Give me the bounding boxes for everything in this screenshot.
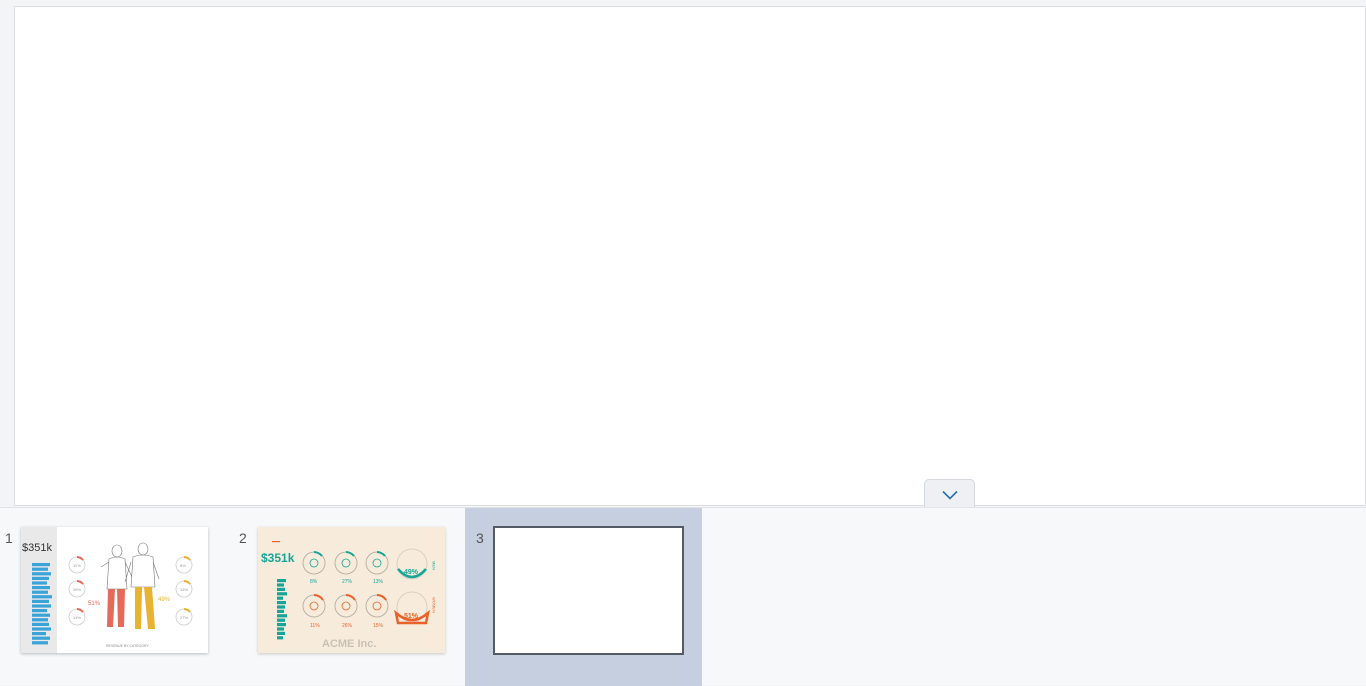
mini-bar xyxy=(32,632,46,636)
mini-bar xyxy=(277,605,285,609)
side-label-men: MEN xyxy=(432,561,437,570)
pct-right: 49% xyxy=(158,597,171,603)
mini-bar xyxy=(277,592,287,596)
pct-left: 51% xyxy=(88,601,101,607)
kpi-text: $351k xyxy=(22,542,52,554)
svg-text:11%: 11% xyxy=(310,623,320,629)
mini-bar xyxy=(277,601,286,605)
category-circle: 14% xyxy=(68,608,86,626)
svg-text:15%: 15% xyxy=(180,587,188,592)
mini-bar xyxy=(277,618,285,622)
mini-bar xyxy=(32,641,48,645)
svg-text:27%: 27% xyxy=(342,579,353,585)
mini-bar xyxy=(32,563,50,567)
page-number: 1 xyxy=(5,530,13,546)
category-icon: 8% xyxy=(302,551,326,585)
svg-text:26%: 26% xyxy=(342,623,353,629)
mini-bar xyxy=(32,576,49,580)
footer-label: REVENUE BY CATEGORY xyxy=(106,644,149,648)
pct-women: 51% xyxy=(404,613,419,620)
mini-bar xyxy=(32,599,49,603)
mini-bar xyxy=(277,636,283,640)
category-circle: 26% xyxy=(68,580,86,598)
pct-men: 49% xyxy=(404,569,419,576)
page-thumbnail-2[interactable]: 2 $351k 8% 11% 27% 26% 13% 15% 49% 51% MEN WO… xyxy=(230,508,465,686)
brand-text: ACME Inc. xyxy=(322,638,376,650)
mini-bar xyxy=(277,631,285,635)
mini-bar xyxy=(32,627,51,631)
collapse-pages-button[interactable] xyxy=(924,479,975,509)
mini-bar xyxy=(277,609,284,613)
page-thumbnail-1[interactable]: 1 $351k 51% 49% 11% 26% 14% 8% 15% 27% R… xyxy=(0,508,230,686)
kpi-text: $351k xyxy=(261,551,295,565)
svg-text:11%: 11% xyxy=(73,563,81,568)
mini-bar xyxy=(277,587,285,591)
svg-text:15%: 15% xyxy=(373,623,384,629)
page-number: 3 xyxy=(476,530,484,546)
category-circles: 11% 26% 14% 8% 15% 27% xyxy=(68,556,193,626)
mini-bar xyxy=(32,581,47,585)
svg-text:8%: 8% xyxy=(180,563,186,568)
mini-bar xyxy=(32,567,48,571)
mini-bar xyxy=(277,583,284,587)
svg-text:13%: 13% xyxy=(373,579,384,585)
mini-bar xyxy=(32,613,50,617)
page-number: 2 xyxy=(239,530,247,546)
mini-bar xyxy=(32,604,51,608)
mini-bar xyxy=(32,636,50,640)
side-label-women: WOMEN xyxy=(432,597,437,613)
category-icon: 26% xyxy=(334,594,358,629)
bar-chart-mini xyxy=(277,579,287,640)
page-2-preview-graphic: $351k 8% 11% 27% 26% 13% 15% 49% 51% MEN WOME… xyxy=(261,541,437,650)
mini-bar xyxy=(32,595,52,599)
page-thumbnail-3[interactable]: 3 xyxy=(465,508,702,686)
mini-bar xyxy=(277,614,287,618)
category-icon: 27% xyxy=(334,551,358,585)
mini-bar xyxy=(32,590,48,594)
svg-text:14%: 14% xyxy=(73,615,81,620)
category-circle: 27% xyxy=(175,608,193,626)
mini-bar xyxy=(277,627,284,631)
category-icon: 15% xyxy=(365,594,389,629)
category-circle: 8% xyxy=(175,556,193,574)
category-circle: 11% xyxy=(68,556,86,574)
chevron-down-icon xyxy=(941,490,958,500)
mini-bar xyxy=(32,622,49,626)
svg-text:26%: 26% xyxy=(73,587,81,592)
page-1-preview-graphic: $351k 51% 49% 11% 26%14%8%15%27% REVENUE … xyxy=(21,527,193,653)
mini-bar xyxy=(32,586,50,590)
man-figure xyxy=(124,542,160,588)
page-preview: $351k 51% 49% 11% 26% 14% 8% 15% 27% REV… xyxy=(21,527,208,653)
svg-text:8%: 8% xyxy=(310,579,318,585)
page-preview xyxy=(493,526,684,655)
category-icons: 8% 11% 27% 26% 13% 15% xyxy=(302,551,389,629)
report-canvas[interactable] xyxy=(14,6,1366,506)
mini-bar xyxy=(32,572,51,576)
woman-figure xyxy=(100,544,133,590)
mini-bar xyxy=(277,596,283,600)
category-icon: 13% xyxy=(365,551,389,585)
mini-bar xyxy=(32,609,47,613)
category-icon: 11% xyxy=(302,594,326,629)
svg-text:27%: 27% xyxy=(180,615,188,620)
page-preview: $351k 8% 11% 27% 26% 13% 15% 49% 51% MEN WOME… xyxy=(258,527,445,653)
page-thumbnails-strip: 1 $351k 51% 49% 11% 26% 14% 8% 15% 27% R… xyxy=(0,507,1366,686)
category-circle: 15% xyxy=(175,580,193,598)
mini-bar xyxy=(277,579,286,583)
mini-bar xyxy=(277,623,286,627)
mini-bar xyxy=(32,618,48,622)
